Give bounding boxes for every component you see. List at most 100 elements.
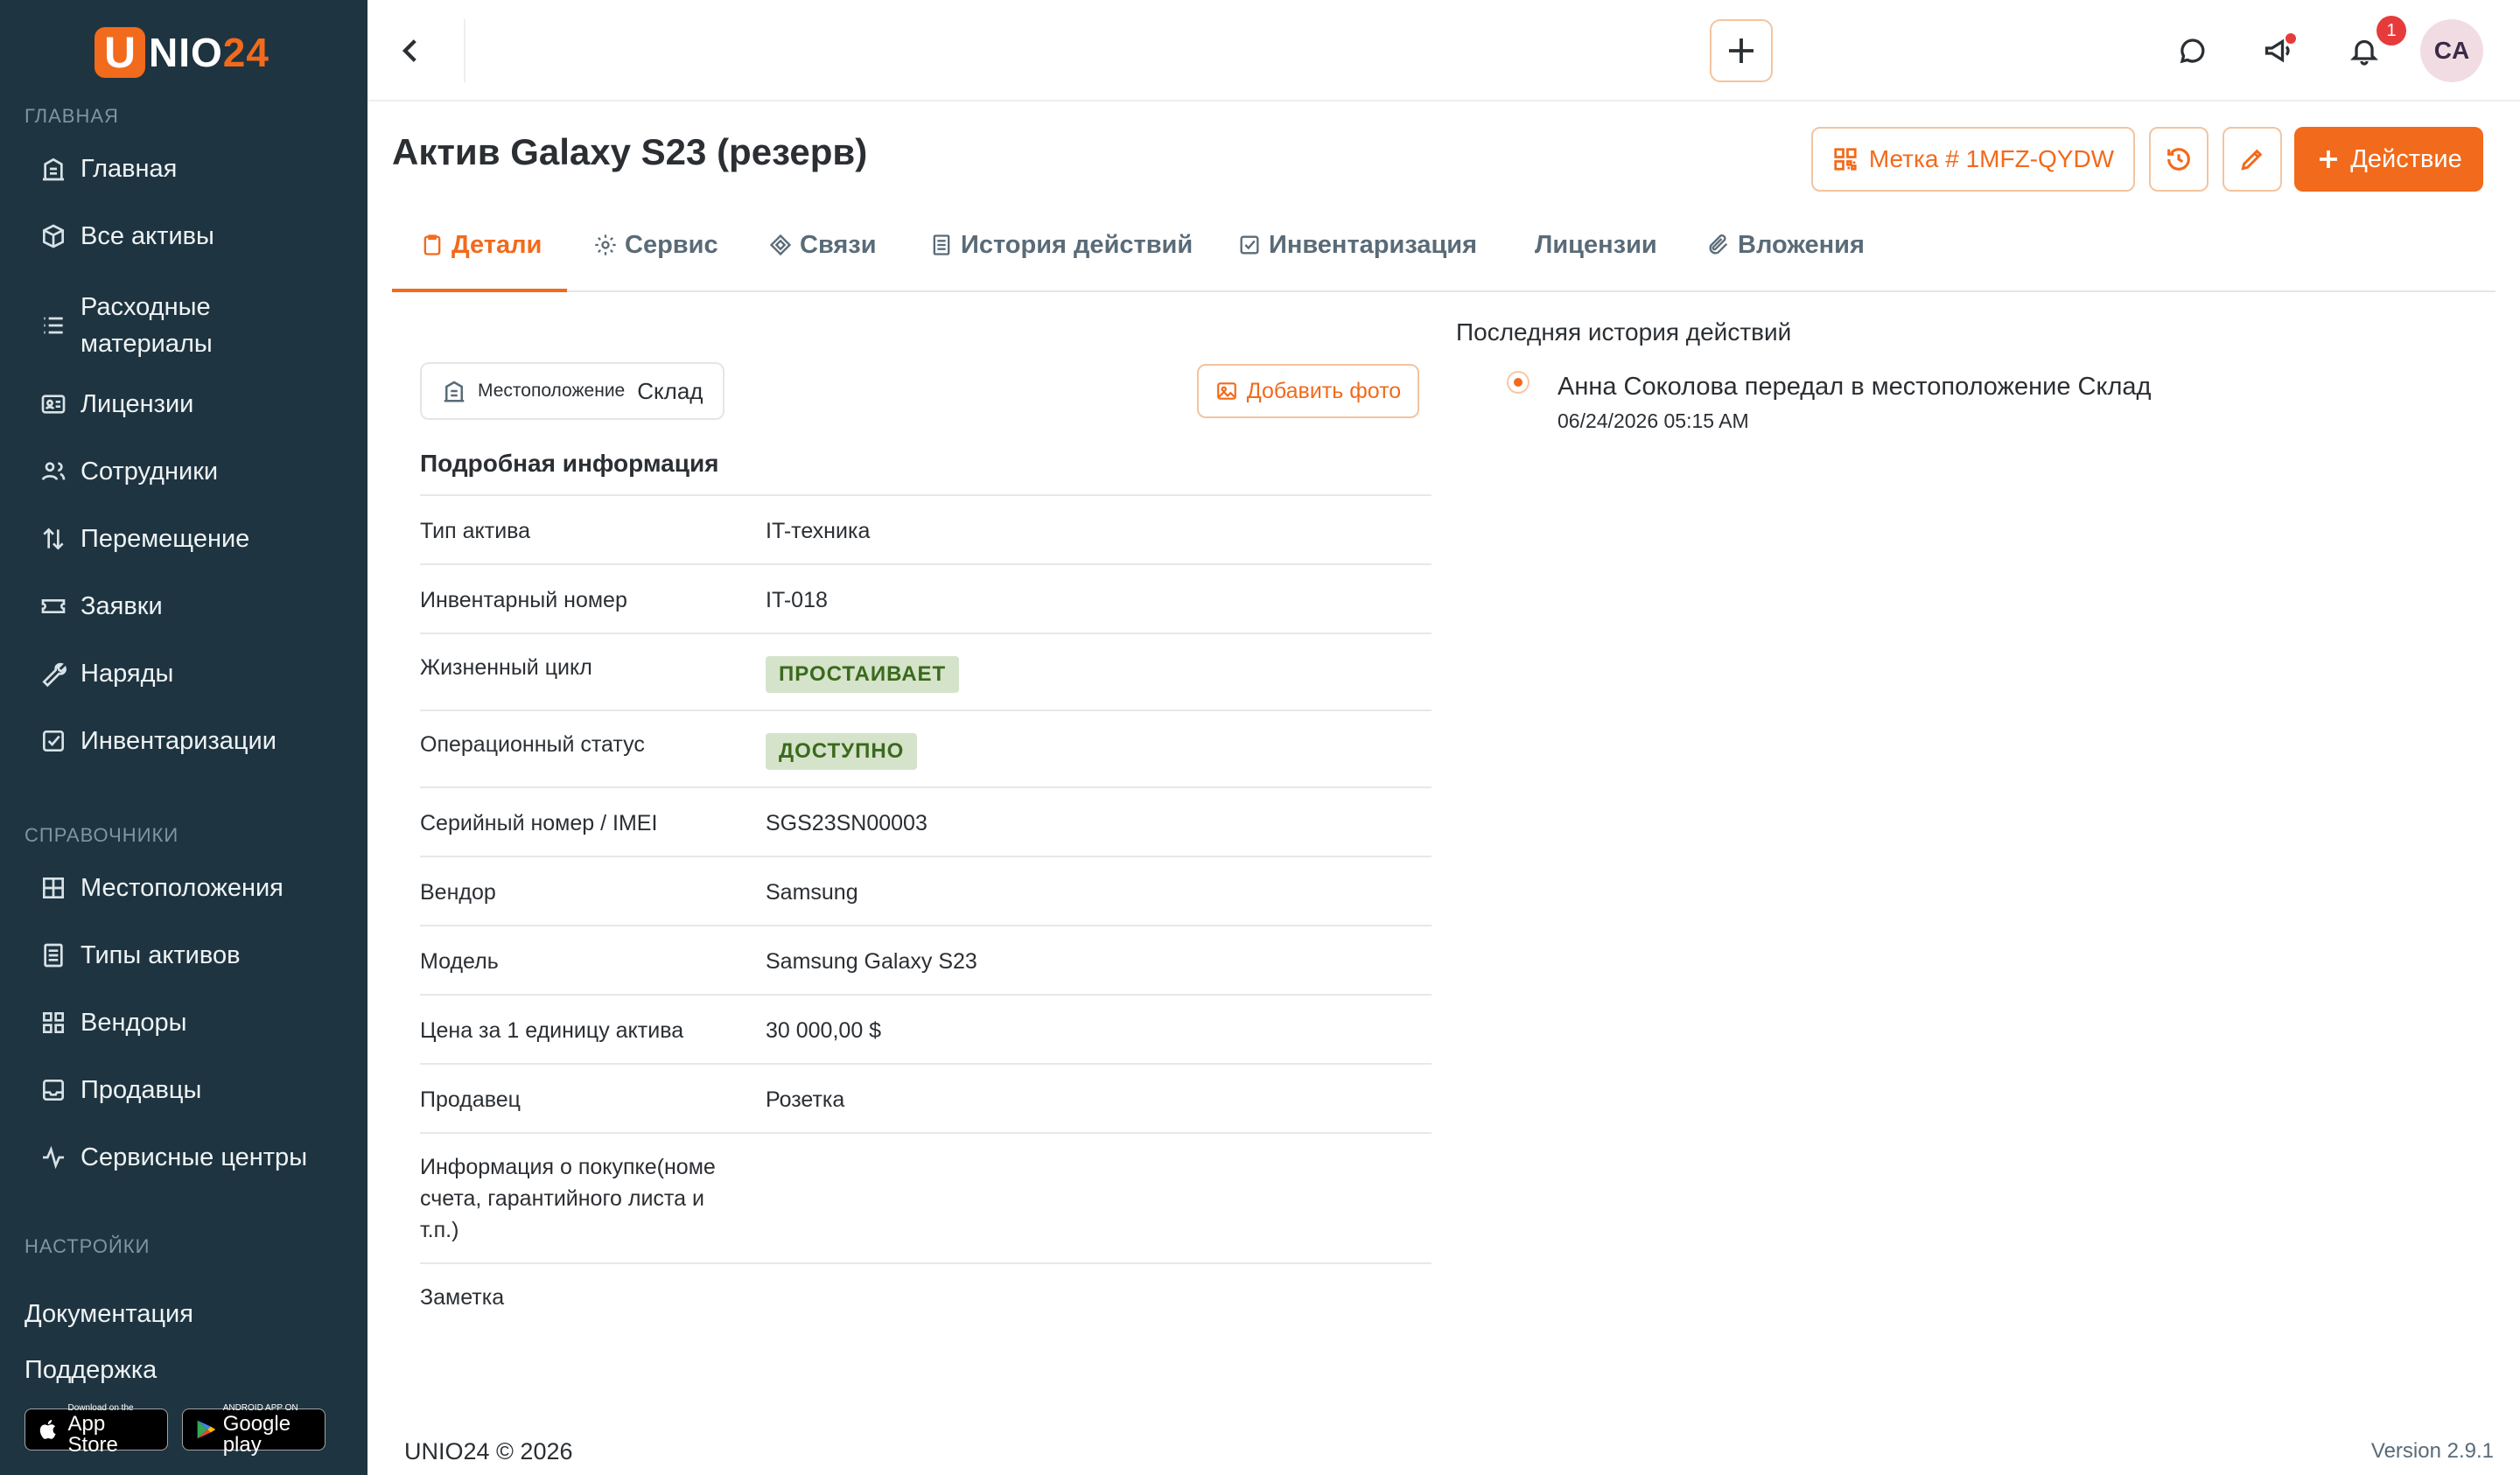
details-title: Подробная информация (420, 450, 719, 477)
location-chip[interactable]: Местоположение Склад (420, 362, 724, 420)
avatar[interactable]: CA (2420, 19, 2483, 82)
sidebar-item-asset-types[interactable]: Типы активов (38, 940, 350, 970)
history-button[interactable] (2149, 127, 2208, 192)
tab-label: Лицензии (1535, 231, 1657, 259)
gear-icon (595, 234, 616, 255)
detail-value: IT-018 (766, 588, 828, 612)
building-icon (444, 381, 465, 402)
details-table: Тип актива IT-техника Инвентарный номер … (420, 494, 1432, 1332)
tab-relations[interactable]: Связи (768, 231, 877, 290)
detail-label: Заметка (420, 1285, 505, 1310)
tab-label: Вложения (1738, 231, 1865, 259)
sidebar-item-label: Лицензии (80, 389, 194, 418)
tab-inventory[interactable]: Инвентаризация (1237, 231, 1477, 290)
logo-text-part1: NIO (149, 30, 223, 75)
grid-icon (38, 873, 68, 903)
id-card-icon (38, 389, 68, 419)
detail-label: Жизненный цикл (420, 655, 592, 680)
lifecycle-status-badge: ПРОСТАИВАЕТ (766, 656, 960, 693)
checkbox-icon (38, 726, 68, 756)
sidebar-item-transfer[interactable]: Перемещение (38, 524, 350, 554)
apple-icon (39, 1419, 56, 1439)
operational-status-badge: ДОСТУПНО (766, 733, 918, 770)
sidebar-item-sellers[interactable]: Продавцы (38, 1075, 350, 1105)
sidebar-item-locations[interactable]: Местоположения (38, 873, 350, 903)
documentation-link[interactable]: Документация (24, 1300, 193, 1329)
plus-icon (2320, 150, 2338, 168)
tab-label: История действий (961, 231, 1194, 259)
edit-button[interactable] (2222, 127, 2282, 192)
tab-label: Инвентаризация (1269, 231, 1478, 259)
tag-button[interactable]: Метка # 1MFZ-QYDW (1811, 127, 2135, 192)
announcements-button[interactable] (2252, 24, 2305, 77)
sidebar-item-label: Инвентаризации (80, 726, 276, 755)
active-tab-indicator (392, 289, 567, 292)
detail-row-lifecycle: Жизненный цикл ПРОСТАИВАЕТ (420, 633, 1432, 710)
detail-value (766, 1151, 1432, 1262)
bell-icon (2350, 39, 2378, 66)
version: Version 2.9.1 (2370, 1439, 2494, 1463)
sidebar-item-requests[interactable]: Заявки (38, 591, 350, 621)
google-play-button[interactable]: ANDROID APP ON Google play (182, 1403, 326, 1456)
location-label: Местоположение (478, 381, 626, 401)
diamond-icon (769, 234, 792, 256)
page-title: Актив Galaxy S23 (резерв) (392, 131, 868, 172)
tab-label: Сервис (625, 231, 718, 259)
sidebar-item-inventories[interactable]: Инвентаризации (38, 726, 350, 756)
detail-row-purchase-info: Информация о покупке(номе счета, гаранти… (420, 1132, 1432, 1262)
tab-action-history[interactable]: История действий (929, 231, 1193, 290)
tab-attachments[interactable]: Вложения (1706, 231, 1865, 290)
box-icon (38, 221, 68, 251)
chevron-left-icon (402, 39, 416, 62)
sidebar-item-work-orders[interactable]: Наряды (38, 659, 350, 689)
detail-value: Samsung (766, 880, 858, 905)
sidebar-item-employees[interactable]: Сотрудники (38, 457, 350, 486)
sidebar-item-label: Продавцы (80, 1075, 202, 1104)
section-title-main: ГЛАВНАЯ (24, 105, 119, 127)
clipboard-icon (424, 234, 441, 255)
sidebar-item-vendors[interactable]: Вендоры (38, 1008, 350, 1038)
sidebar-item-label: Сервисные центры (80, 1143, 308, 1171)
sidebar-item-label: Наряды (80, 659, 174, 688)
image-icon (1216, 382, 1236, 400)
detail-row-note: Заметка (420, 1262, 1432, 1332)
action-button-label: Действие (2350, 144, 2462, 173)
tab-details[interactable]: Детали (420, 231, 542, 290)
sidebar-item-label: Расходные материалы (80, 293, 213, 358)
sidebar-item-all-assets[interactable]: Все активы (38, 221, 350, 251)
detail-value: SGS23SN00003 (766, 811, 928, 835)
sidebar-item-licenses[interactable]: Лицензии (38, 389, 350, 419)
google-play-big-text: Google play (222, 1412, 291, 1457)
notification-badge: 1 (2376, 16, 2406, 45)
detail-label: Продавец (420, 1087, 521, 1112)
action-button[interactable]: Действие (2294, 127, 2483, 192)
chat-bubble-icon (2180, 38, 2205, 64)
chat-button[interactable] (2166, 24, 2219, 77)
sidebar-item-label: Все активы (80, 221, 214, 250)
announcement-dot (2286, 33, 2296, 44)
app-logo[interactable]: U NIO24 (94, 26, 270, 79)
detail-row-inventory-number: Инвентарный номер IT-018 (420, 563, 1432, 633)
detail-row-model: Модель Samsung Galaxy S23 (420, 925, 1432, 994)
tab-licenses[interactable]: Лицензии (1535, 231, 1657, 290)
detail-row-price: Цена за 1 единицу актива 30 000,00 $ (420, 994, 1432, 1063)
sidebar: U NIO24 ГЛАВНАЯ Главная Все активы Расхо… (0, 0, 368, 1475)
app-store-big-text: App Store (67, 1412, 118, 1457)
sidebar-item-service-centers[interactable]: Сервисные центры (38, 1143, 350, 1172)
sidebar-item-consumables[interactable]: Расходные материалы (38, 289, 350, 362)
tab-service[interactable]: Сервис (593, 231, 718, 290)
document-icon (38, 940, 68, 970)
add-photo-button[interactable]: Добавить фото (1197, 364, 1419, 418)
support-link[interactable]: Поддержка (24, 1356, 157, 1385)
top-divider (464, 19, 466, 82)
google-play-icon (197, 1420, 215, 1439)
detail-label: Тип актива (420, 519, 531, 543)
back-button[interactable] (392, 31, 430, 70)
sidebar-item-home[interactable]: Главная (38, 154, 350, 184)
quick-add-button[interactable] (1710, 19, 1773, 82)
sidebar-item-label: Заявки (80, 591, 163, 620)
detail-label: Вендор (420, 880, 496, 905)
sidebar-item-label: Типы активов (80, 940, 241, 969)
app-store-button[interactable]: Download on the App Store (24, 1403, 168, 1456)
detail-row-asset-type: Тип актива IT-техника (420, 494, 1432, 563)
